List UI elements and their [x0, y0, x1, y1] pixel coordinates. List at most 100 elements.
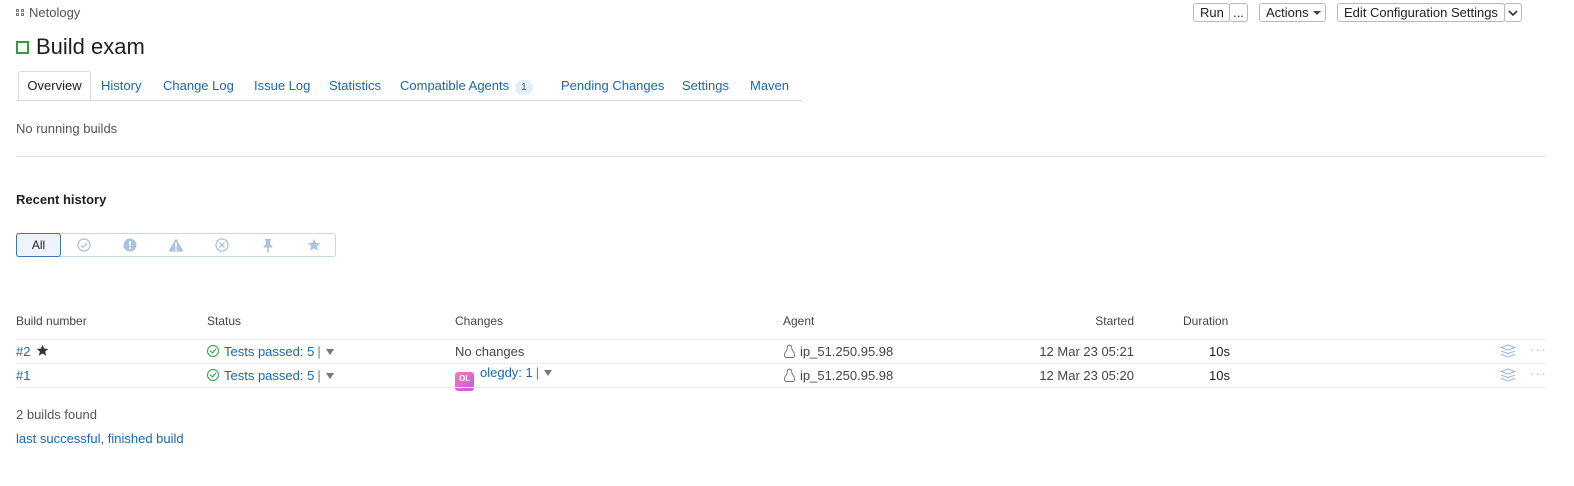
duration-cell: 10s: [1209, 344, 1230, 359]
tab-statistics[interactable]: Statistics: [329, 71, 381, 100]
changes-link[interactable]: olegdy: 1: [480, 365, 533, 380]
duration-cell: 10s: [1209, 368, 1230, 383]
column-header-started[interactable]: Started: [1034, 314, 1134, 328]
more-actions-icon[interactable]: ···: [1530, 341, 1547, 357]
tab-pending-changes[interactable]: Pending Changes: [561, 71, 664, 100]
tab-settings[interactable]: Settings: [682, 71, 729, 100]
success-icon: [207, 369, 219, 381]
builds-found-count: 2 builds found: [16, 407, 97, 422]
edit-configuration-button[interactable]: Edit Configuration Settings: [1337, 3, 1505, 22]
status-dropdown-icon[interactable]: [325, 349, 334, 355]
build-log-icon[interactable]: [1500, 344, 1516, 358]
run-button[interactable]: Run: [1193, 3, 1230, 22]
run-button-label: Run: [1200, 5, 1224, 20]
column-header-duration[interactable]: Duration: [1183, 314, 1228, 328]
status-dropdown-icon[interactable]: [325, 373, 334, 379]
build-config-name: Build exam: [36, 34, 145, 59]
success-icon: [77, 238, 91, 252]
table-row: #2 Tests passed: 5 | No changes ip_51.250…: [0, 340, 1574, 363]
avatar: OL: [455, 372, 474, 391]
star-icon[interactable]: [36, 344, 49, 357]
changes-cell: No changes: [455, 344, 525, 359]
agent-cell: ip_51.250.95.98: [783, 344, 893, 359]
tab-history[interactable]: History: [101, 71, 141, 100]
linux-icon: [783, 344, 796, 358]
tab-compatible-agents[interactable]: Compatible Agents 1: [400, 71, 533, 100]
breadcrumb-project-link[interactable]: Netology: [29, 5, 80, 20]
tab-label: Statistics: [329, 78, 382, 93]
actions-dropdown[interactable]: Actions: [1259, 3, 1326, 22]
separator: |: [317, 344, 321, 359]
tab-label: Issue Log: [254, 78, 311, 93]
tab-label: Maven: [750, 78, 790, 93]
build-number-cell: #1: [16, 368, 30, 383]
projects-grid-icon[interactable]: [16, 9, 25, 16]
started-cell: 12 Mar 23 05:21: [1039, 344, 1134, 359]
chevron-down-icon: [1312, 10, 1321, 15]
tab-bar: Overview History Change Log Issue Log St…: [16, 71, 802, 101]
recent-history-title: Recent history: [16, 192, 107, 207]
column-header-build-number[interactable]: Build number: [16, 314, 87, 328]
tab-issue-log[interactable]: Issue Log: [254, 71, 310, 100]
chevron-down-icon: [1508, 9, 1518, 16]
star-icon: [307, 238, 321, 251]
error-icon: [123, 238, 137, 252]
filter-warning-button[interactable]: [165, 234, 187, 256]
build-number-cell: #2: [16, 344, 49, 359]
filter-starred-button[interactable]: [303, 234, 325, 256]
status-cell: Tests passed: 5 |: [207, 368, 334, 383]
tab-overview[interactable]: Overview: [18, 71, 91, 100]
tab-maven[interactable]: Maven: [750, 71, 789, 100]
edit-configuration-dropdown[interactable]: [1504, 3, 1522, 22]
separator: |: [535, 365, 540, 380]
agent-link[interactable]: ip_51.250.95.98: [800, 344, 893, 359]
breadcrumb: Netology: [16, 5, 80, 20]
column-header-status[interactable]: Status: [207, 314, 241, 328]
started-cell: 12 Mar 23 05:20: [1039, 368, 1134, 383]
run-options-label: ...: [1233, 5, 1244, 20]
warning-icon: [168, 238, 184, 252]
cancelled-icon: [215, 238, 229, 252]
build-number-link[interactable]: #1: [16, 368, 30, 383]
run-options-button[interactable]: ...: [1229, 3, 1248, 22]
agent-cell: ip_51.250.95.98: [783, 368, 893, 383]
last-successful-build-link[interactable]: last successful, finished build: [16, 431, 184, 446]
tab-label: Compatible Agents: [400, 78, 510, 93]
filter-pinned-button[interactable]: [257, 234, 279, 256]
build-log-icon[interactable]: [1500, 368, 1516, 382]
divider: [16, 156, 1546, 157]
pin-icon: [263, 238, 273, 252]
agents-count-badge: 1: [515, 80, 533, 95]
tab-change-log[interactable]: Change Log: [163, 71, 234, 100]
build-number-link[interactable]: #2: [16, 344, 30, 359]
actions-label: Actions: [1266, 5, 1309, 20]
status-link[interactable]: Tests passed: 5: [224, 344, 314, 359]
tab-label: Pending Changes: [561, 78, 665, 93]
filter-all-label: All: [31, 238, 46, 252]
filter-all-button[interactable]: All: [16, 233, 61, 257]
row-divider: [16, 387, 1546, 388]
changes-dropdown-icon[interactable]: [544, 370, 553, 376]
column-header-changes[interactable]: Changes: [455, 314, 503, 328]
agent-link[interactable]: ip_51.250.95.98: [800, 368, 893, 383]
filter-cancelled-button[interactable]: [211, 234, 233, 256]
success-icon: [207, 345, 219, 357]
running-builds-status: No running builds: [16, 121, 118, 136]
separator: |: [317, 368, 321, 383]
filter-error-button[interactable]: [119, 234, 141, 256]
tab-label: Change Log: [163, 78, 234, 93]
status-cell: Tests passed: 5 |: [207, 344, 334, 359]
edit-configuration-label: Edit Configuration Settings: [1344, 5, 1498, 20]
table-row: #1 Tests passed: 5 | OL olegdy: 1 | ip_51.2…: [0, 364, 1574, 391]
status-link[interactable]: Tests passed: 5: [224, 368, 314, 383]
tab-label: Overview: [27, 78, 82, 93]
tab-label: Settings: [682, 78, 729, 93]
more-actions-icon[interactable]: ···: [1530, 365, 1547, 381]
history-filter-group: All: [16, 233, 336, 257]
tab-label: History: [101, 78, 142, 93]
column-header-agent[interactable]: Agent: [783, 314, 814, 328]
page-title: Build exam: [16, 34, 145, 60]
build-status-icon: [16, 40, 29, 54]
linux-icon: [783, 368, 796, 382]
filter-success-button[interactable]: [73, 234, 95, 256]
